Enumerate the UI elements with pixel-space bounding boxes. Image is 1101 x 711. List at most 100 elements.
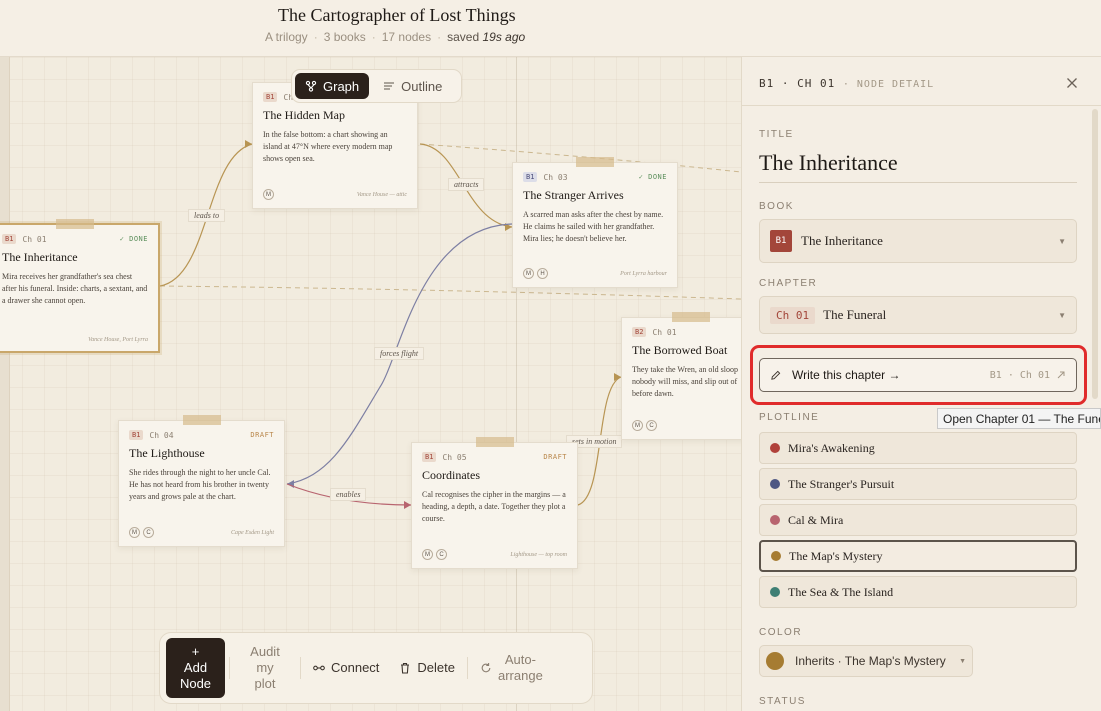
edge-leads-to-arrow <box>245 140 252 148</box>
auto-arrange-label: Auto- arrange <box>498 652 543 683</box>
book-select-value: The Inheritance <box>801 233 883 248</box>
node-title: The Borrowed Boat <box>632 343 728 357</box>
node-book-tag: B1 <box>2 234 17 244</box>
tape-decoration <box>182 415 221 425</box>
graph-view-button[interactable]: Graph <box>295 73 370 99</box>
close-icon[interactable] <box>1064 75 1080 91</box>
node-chapter: Ch 03 <box>543 172 568 182</box>
panel-scrollbar[interactable] <box>1092 109 1098 399</box>
node-title: The Stranger Arrives <box>523 188 624 202</box>
plotline-option[interactable]: The Stranger's Pursuit <box>759 468 1077 500</box>
node-summary: She rides through the night to her uncle… <box>129 468 271 501</box>
graph-canvas[interactable]: leads to attracts forces flight enables … <box>0 57 741 711</box>
write-chapter-tooltip: Open Chapter 01 — The Funeral <box>937 408 1101 429</box>
chapter-select[interactable]: Ch 01 The Funeral ▼ <box>759 296 1077 334</box>
node-book-tag: B1 <box>263 92 278 102</box>
saved-time: 19s ago <box>482 30 526 44</box>
edge-label-leads-to[interactable]: leads to <box>188 209 226 222</box>
trash-icon <box>401 662 410 674</box>
outline-view-button[interactable]: Outline <box>373 73 452 99</box>
outline-view-label: Outline <box>401 78 443 94</box>
plotline-option[interactable]: The Sea & The Island <box>759 576 1077 608</box>
refresh-icon <box>481 663 491 673</box>
panel-crumb-sub: · NODE DETAIL <box>842 79 935 90</box>
plotline-option[interactable]: Mira's Awakening <box>759 432 1077 464</box>
chevron-down-icon: ▼ <box>1058 236 1066 246</box>
node-status: DRAFT <box>250 431 274 439</box>
color-select-value: Inherits · The Map's Mystery <box>795 654 946 668</box>
story-node[interactable]: B1 Ch 04 DRAFT The Lighthouse She rides th… <box>118 415 285 547</box>
plotline-color-dot <box>770 515 780 525</box>
character-chip: M <box>129 527 140 538</box>
node-title: The Hidden Map <box>263 108 345 122</box>
node-chapter: Ch 04 <box>149 430 174 440</box>
story-node[interactable]: B1 Ch 01 ✓ DONE The Inheritance Mira recei… <box>0 219 160 353</box>
connect-button[interactable]: Connect <box>305 638 387 698</box>
character-chip: C <box>143 527 154 538</box>
plotline-color-dot <box>770 443 780 453</box>
chevron-down-icon: ▼ <box>1058 310 1066 320</box>
node-location: Lighthouse — top room <box>510 551 567 558</box>
top-bar: The Cartographer of Lost Things A trilog… <box>0 0 1101 57</box>
character-chip: M <box>263 189 274 200</box>
title-field-label: TITLE <box>759 129 794 140</box>
edge-label-forces-flight[interactable]: forces flight <box>374 347 425 360</box>
panel-breadcrumb: B1 · CH 01 · NODE DETAIL <box>759 77 934 90</box>
node-summary: A scarred man asks after the chest by na… <box>523 210 664 243</box>
tape-decoration <box>475 437 514 447</box>
write-chapter-button[interactable]: Write this chapter → B1 · Ch 01 <box>759 358 1077 392</box>
node-title: Coordinates <box>422 468 480 482</box>
plotline-name: Cal & Mira <box>788 512 844 527</box>
plotline-name: The Map's Mystery <box>789 548 883 563</box>
book-field-label: BOOK <box>759 201 794 212</box>
chapter-badge: Ch 01 <box>770 306 816 324</box>
node-summary: They take the Wren, an old sloop nobody … <box>632 365 738 398</box>
panel-crumb: B1 · CH 01 <box>759 77 836 90</box>
node-chapter: Ch 01 <box>22 234 47 244</box>
project-meta: A trilogy · 3 books · 17 nodes · saved 19s ago <box>265 30 526 44</box>
chapter-field-label: CHAPTER <box>759 278 818 289</box>
node-location: Port Lyrra harbour <box>620 270 667 277</box>
outline-icon <box>384 82 395 90</box>
graph-view-label: Graph <box>323 78 360 94</box>
title-field[interactable]: The Inheritance <box>759 150 1077 183</box>
tape-decoration <box>672 312 710 322</box>
book-select[interactable]: B1 The Inheritance ▼ <box>759 219 1077 263</box>
node-title: The Lighthouse <box>129 446 205 460</box>
plotline-field-label: PLOTLINE <box>759 412 820 423</box>
project-title[interactable]: The Cartographer of Lost Things <box>278 5 516 26</box>
color-field-label: COLOR <box>759 627 803 638</box>
node-book-tag: B1 <box>129 430 144 440</box>
plotline-name: The Stranger's Pursuit <box>788 476 895 491</box>
edge-label-enables[interactable]: enables <box>330 488 367 501</box>
node-location: Vance House — attic <box>356 191 407 198</box>
delete-button[interactable]: Delete <box>391 638 463 698</box>
chapter-select-value: The Funeral <box>823 307 887 322</box>
story-node[interactable]: B2 Ch 01 The Borrowed Boat They take the … <box>621 312 741 440</box>
story-node[interactable]: B1 Ch 05 DRAFT Coordinates Cal recognises … <box>411 437 578 569</box>
edge-label-attracts[interactable]: attracts <box>448 178 485 191</box>
saved-label: saved <box>447 30 480 44</box>
node-book-tag: B1 <box>422 452 437 462</box>
plotline-option-selected[interactable]: The Map's Mystery <box>759 540 1077 572</box>
audit-plot-button[interactable]: Audit my plot <box>234 638 296 698</box>
plotline-color-dot <box>770 587 780 597</box>
canvas-toolbar: + Add Node Audit my plot Connect Delete … <box>159 632 593 704</box>
auto-arrange-button[interactable]: Auto- arrange <box>472 638 551 698</box>
story-node[interactable]: B1 Ch 03 ✓ DONE The Stranger Arrives A sca… <box>512 157 678 288</box>
book-badge: B1 <box>770 230 792 252</box>
add-node-button[interactable]: + Add Node <box>166 638 225 698</box>
node-status: ✓ DONE <box>638 173 667 181</box>
edge-enables-arrow <box>404 501 411 509</box>
node-status: ✓ DONE <box>119 235 148 243</box>
node-location: Cape Esden Light <box>231 529 274 536</box>
color-select[interactable]: Inherits · The Map's Mystery ▼ <box>759 645 973 677</box>
meta-books: 3 books <box>323 30 366 44</box>
plotline-color-dot <box>771 551 781 561</box>
node-location: Vance House, Port Lyrra <box>88 337 148 343</box>
write-chapter-ref: B1 · Ch 01 <box>989 369 1050 381</box>
view-toggle: Graph Outline <box>291 69 462 103</box>
plotline-option[interactable]: Cal & Mira <box>759 504 1077 536</box>
node-book-tag: B2 <box>632 327 647 337</box>
node-summary: In the false bottom: a chart showing an … <box>263 130 393 163</box>
